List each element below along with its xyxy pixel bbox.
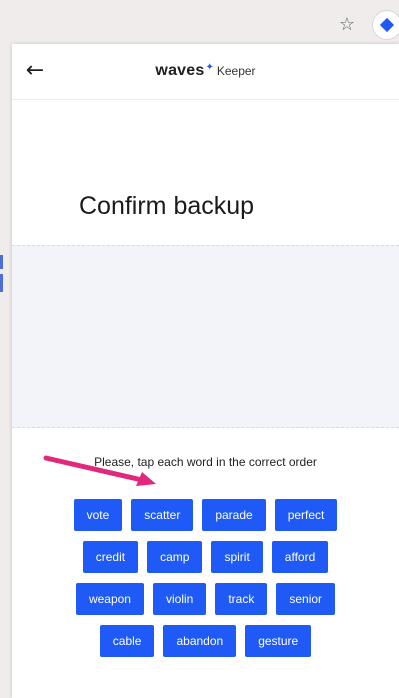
popup-header: ← waves✦ Keeper xyxy=(12,44,399,100)
annotation-arrow-icon xyxy=(43,455,156,486)
waves-diamond-icon xyxy=(379,17,395,33)
word-button-track[interactable]: track xyxy=(215,583,268,615)
word-button-vote[interactable]: vote xyxy=(73,499,123,531)
extension-popup: ← waves✦ Keeper Confirm backup Please, ta… xyxy=(12,44,399,698)
word-button-parade[interactable]: parade xyxy=(202,499,266,531)
logo-star-icon: ✦ xyxy=(205,62,214,73)
waves-keeper-extension-icon[interactable] xyxy=(372,10,399,40)
background-window-edge xyxy=(0,274,3,292)
word-button-scatter[interactable]: scatter xyxy=(131,499,194,531)
word-button-spirit[interactable]: spirit xyxy=(211,541,263,573)
word-button-abandon[interactable]: abandon xyxy=(163,625,237,657)
logo-brand: waves xyxy=(155,62,205,79)
word-grid: vote scatter parade perfect credit camp … xyxy=(12,499,399,667)
word-row: weapon violin track senior xyxy=(12,583,399,615)
waves-keeper-logo: waves✦ Keeper xyxy=(12,62,399,80)
word-button-afford[interactable]: afford xyxy=(271,541,329,573)
logo-product: Keeper xyxy=(216,64,256,78)
word-button-gesture[interactable]: gesture xyxy=(245,625,312,657)
word-row: vote scatter parade perfect xyxy=(12,499,399,531)
word-button-violin[interactable]: violin xyxy=(152,583,207,615)
page-title: Confirm backup xyxy=(79,192,255,220)
background-window-edge xyxy=(0,255,3,269)
word-button-credit[interactable]: credit xyxy=(82,541,139,573)
browser-toolbar: ☆ xyxy=(0,0,399,44)
word-button-senior[interactable]: senior xyxy=(276,583,336,615)
word-button-cable[interactable]: cable xyxy=(99,625,155,657)
word-button-perfect[interactable]: perfect xyxy=(274,499,338,531)
word-button-weapon[interactable]: weapon xyxy=(75,583,144,615)
bookmark-star-icon[interactable]: ☆ xyxy=(336,14,358,36)
selected-words-area[interactable] xyxy=(12,245,399,428)
word-row: credit camp spirit afford xyxy=(12,541,399,573)
word-button-camp[interactable]: camp xyxy=(147,541,203,573)
word-row: cable abandon gesture xyxy=(12,625,399,657)
